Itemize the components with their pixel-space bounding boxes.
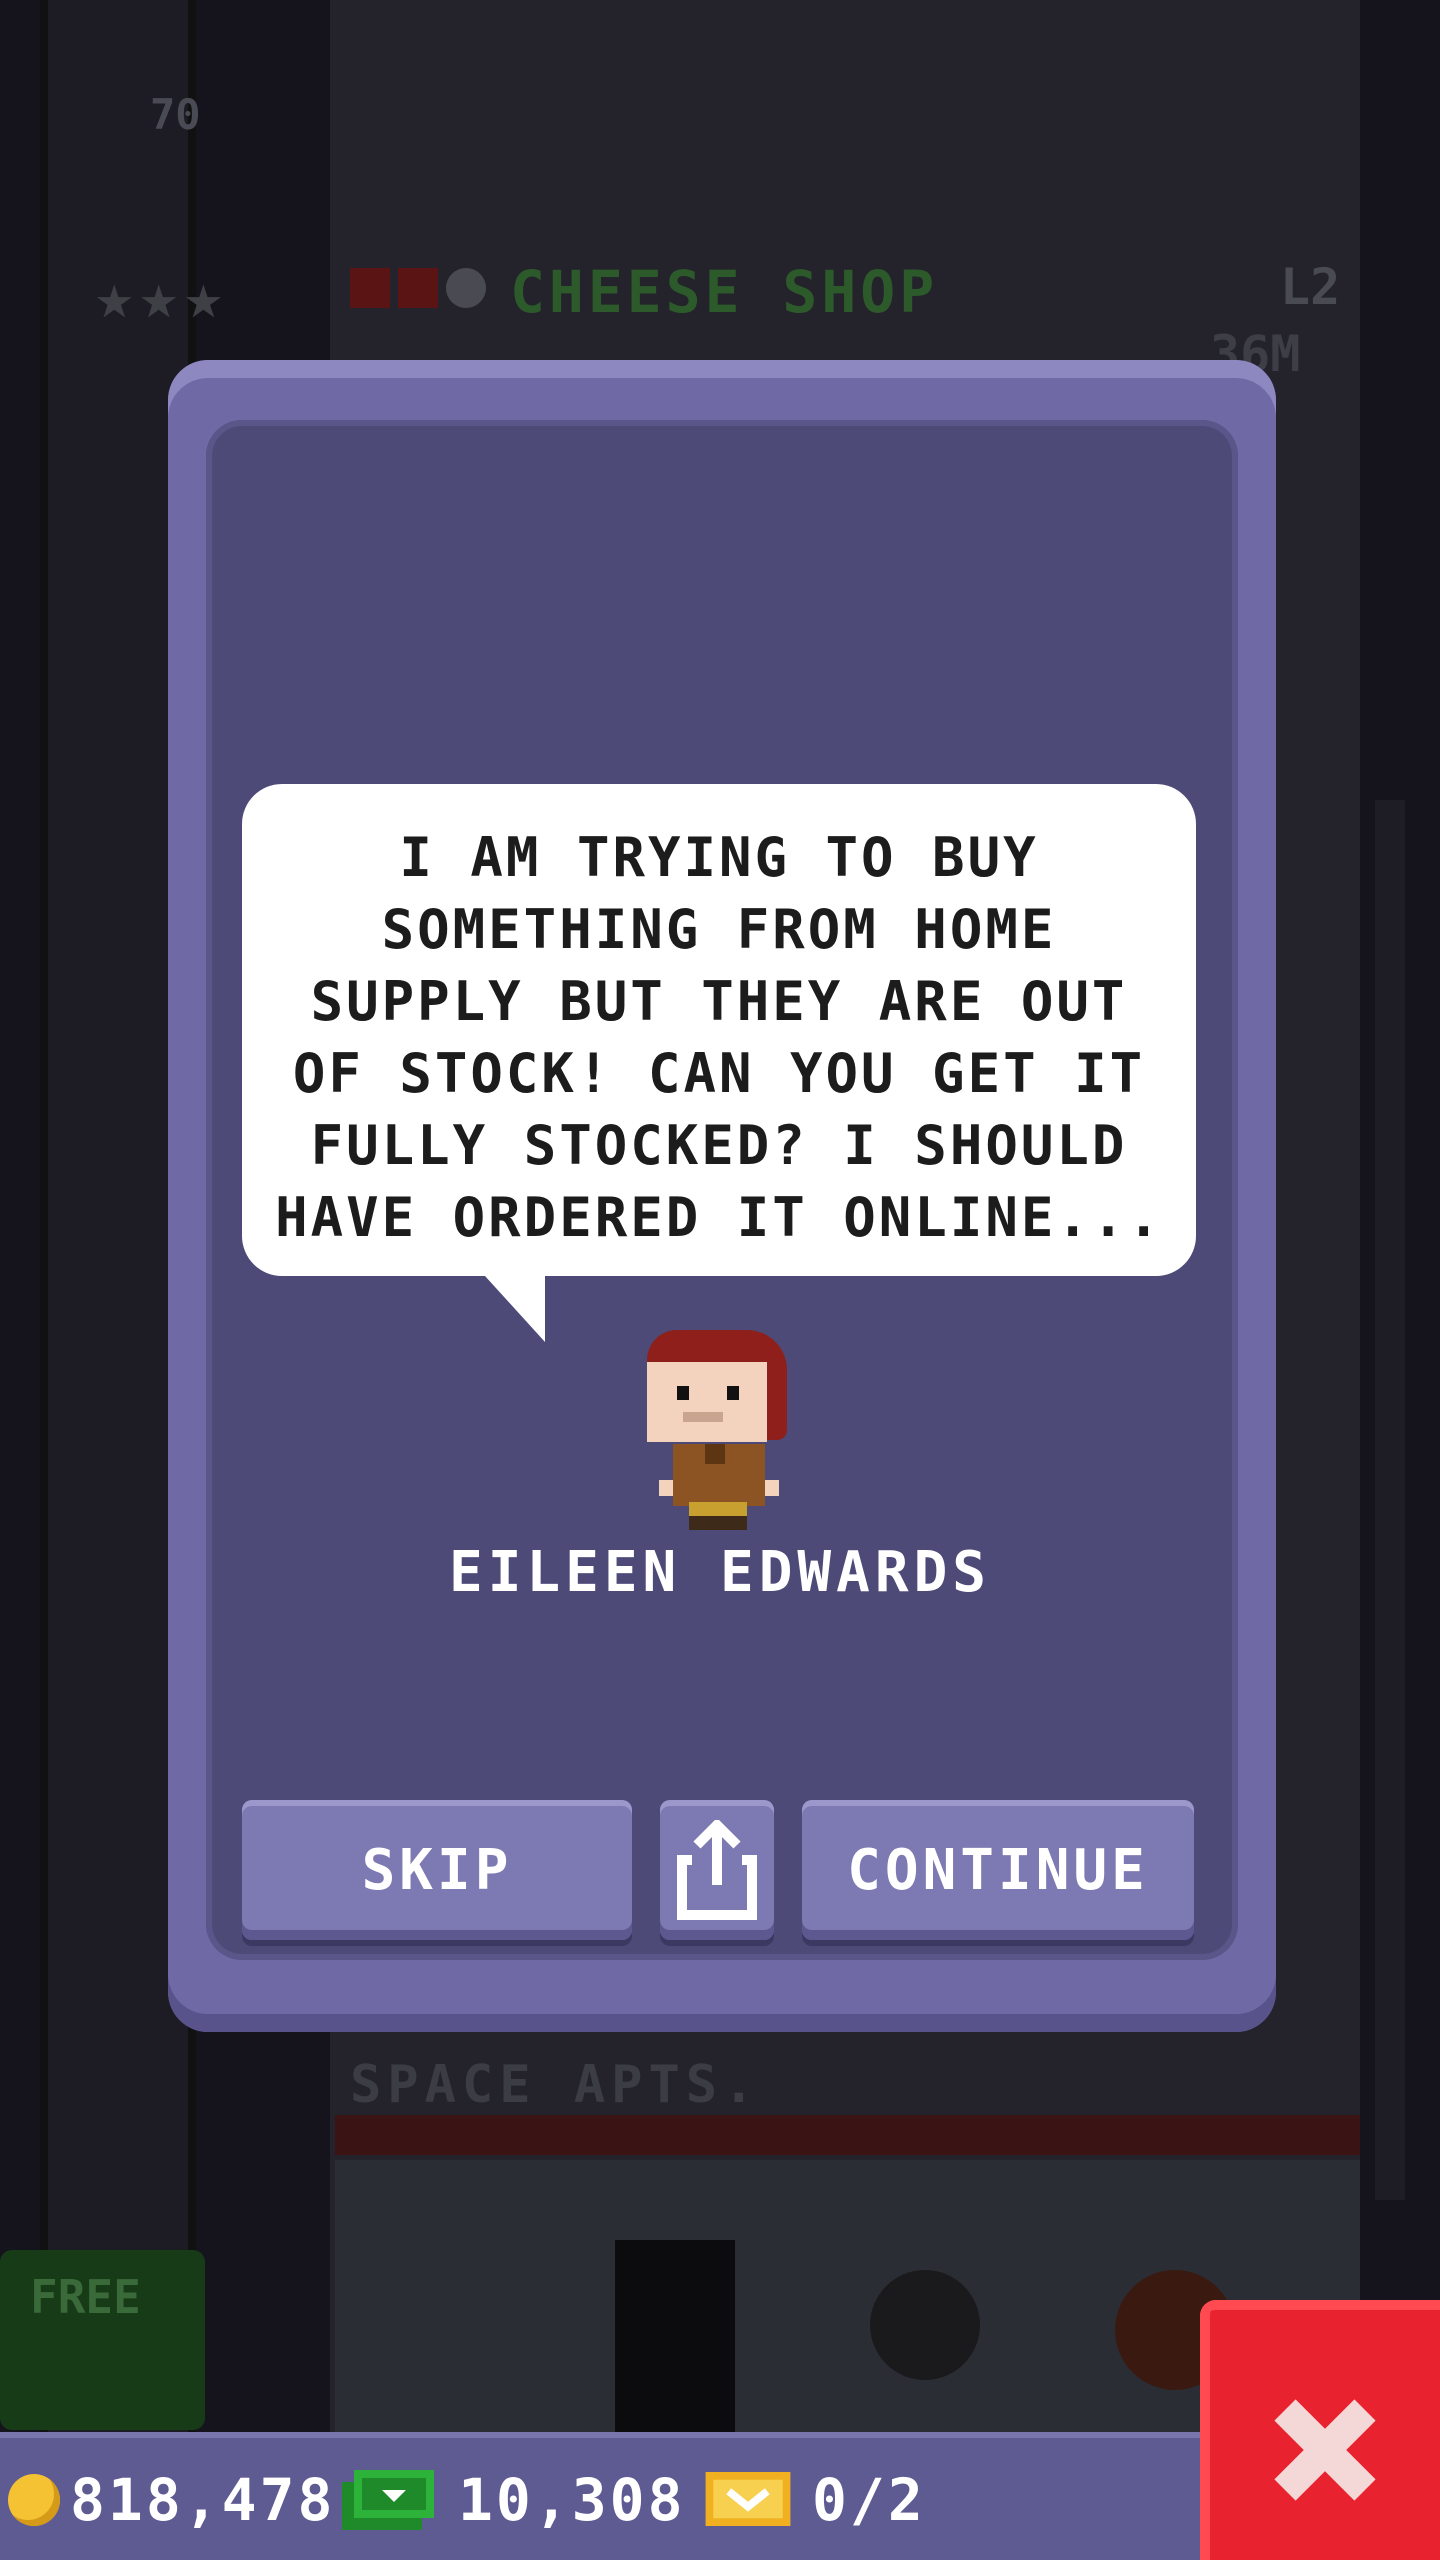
bux-count: 10,308 [458, 2466, 686, 2534]
scrollbar [1375, 800, 1405, 2200]
share-button[interactable] [660, 1800, 774, 1940]
character-hand [659, 1480, 673, 1496]
close-button[interactable] [1200, 2300, 1440, 2560]
character-eye [677, 1386, 689, 1400]
share-icon [677, 1820, 757, 1920]
character-belt [689, 1502, 747, 1516]
continue-button[interactable]: CONTINUE [802, 1800, 1194, 1940]
cash-icon [342, 2470, 434, 2530]
free-label: FREE [30, 2270, 141, 2324]
apartment-bar [335, 2115, 1360, 2155]
tickets-count: 0/2 [812, 2466, 926, 2534]
floor-status-icons [350, 268, 486, 308]
character-hand [765, 1480, 779, 1496]
close-icon [1274, 2399, 1376, 2501]
character-sprite [645, 1330, 795, 1530]
ticket-icon [705, 2472, 791, 2526]
character-legs [689, 1516, 747, 1530]
coin-icon [8, 2474, 60, 2526]
floor-level: L2 [1280, 258, 1341, 316]
clock-icon [446, 268, 486, 308]
apartment-title: SPACE APTS. [350, 2055, 761, 2115]
stock-out-icon [398, 268, 438, 308]
planet-decor [870, 2270, 980, 2380]
skip-button[interactable]: SKIP [242, 1800, 632, 1940]
free-button: FREE [0, 2250, 205, 2430]
character-mouth [683, 1412, 723, 1422]
character-name: EILEEN EDWARDS [448, 1540, 991, 1605]
character-eye [727, 1386, 739, 1400]
character-collar [705, 1444, 725, 1464]
coins-count: 818,478 [70, 2466, 336, 2534]
floor-number: 70 [150, 90, 201, 139]
speech-bubble: I AM TRYING TO BUY SOMETHING FROM HOME S… [242, 784, 1196, 1276]
floor-stars: ★★★ [95, 260, 229, 334]
character-face [647, 1362, 767, 1442]
apartment-door [615, 2240, 735, 2440]
dialog-message: I AM TRYING TO BUY SOMETHING FROM HOME S… [275, 826, 1163, 1249]
speech-bubble-tail [485, 1276, 545, 1342]
stock-out-icon [350, 268, 390, 308]
floor-title: CHEESE SHOP [510, 258, 939, 326]
